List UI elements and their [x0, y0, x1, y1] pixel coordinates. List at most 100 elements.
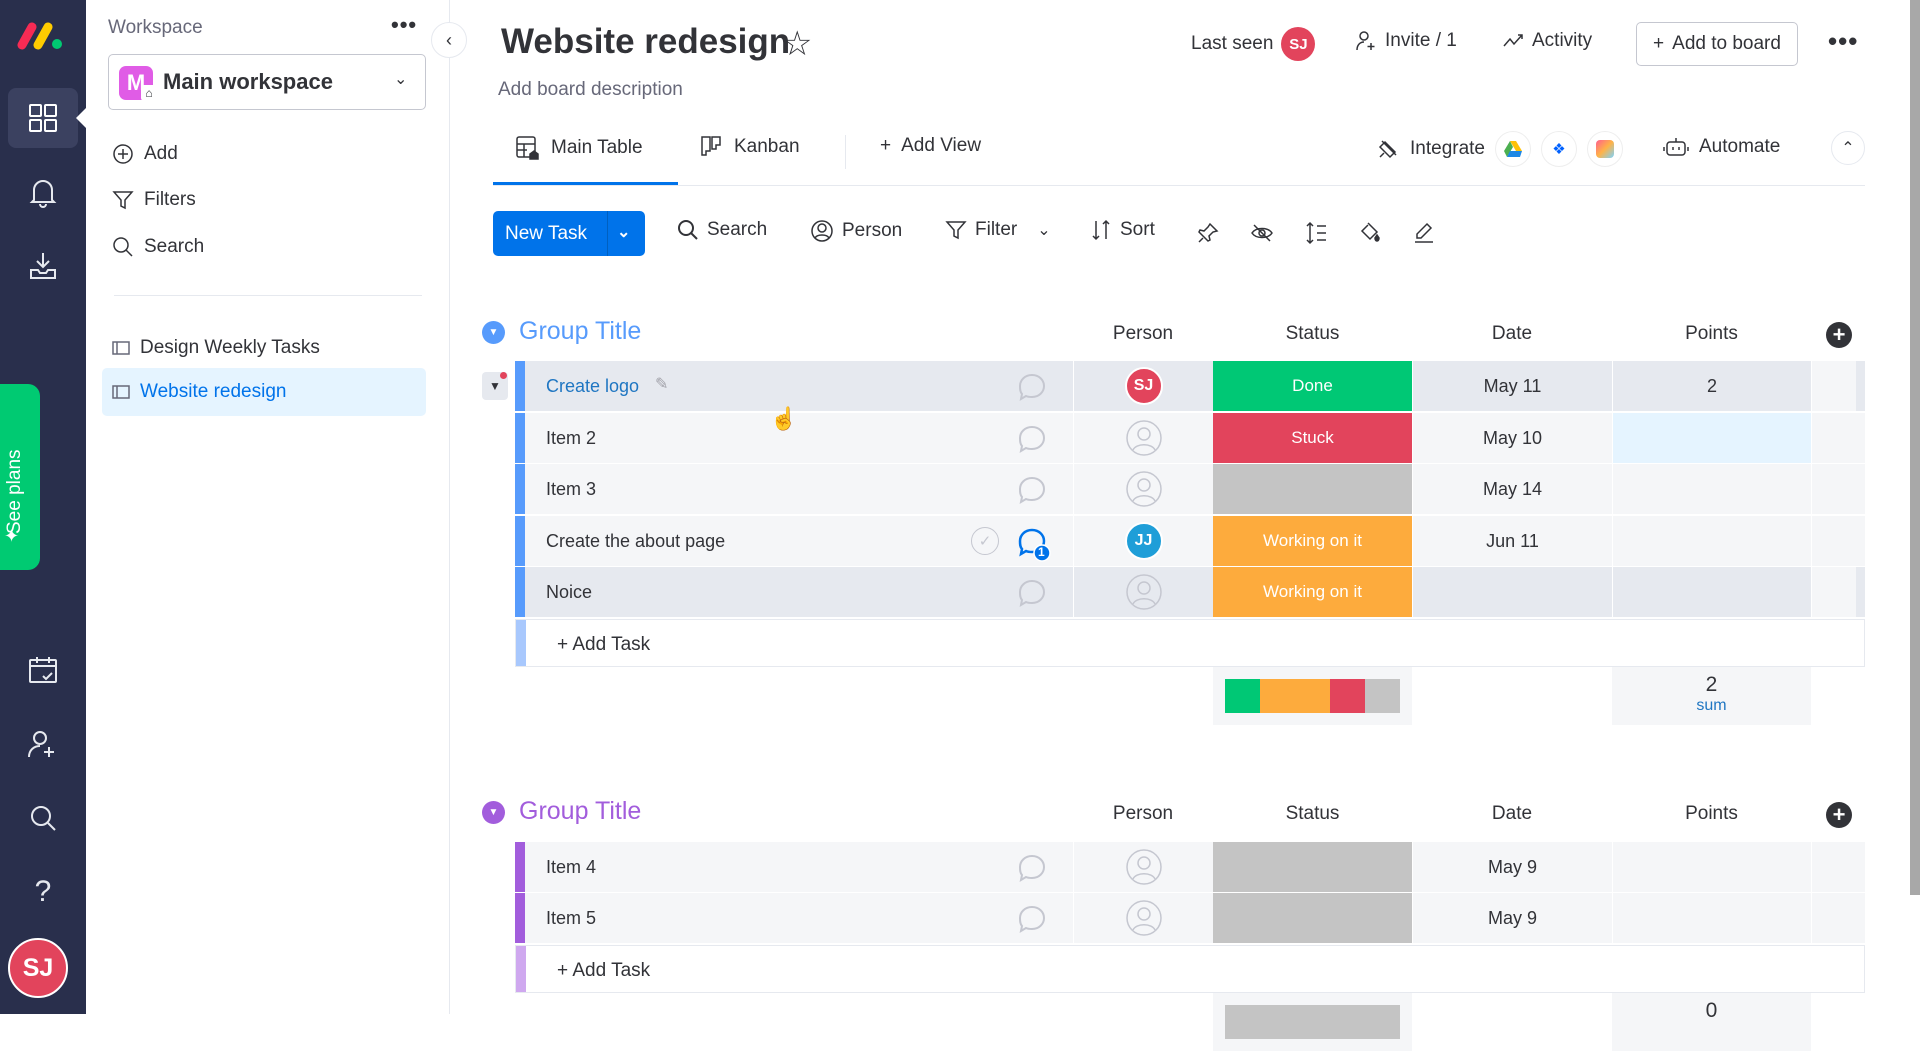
- item-name[interactable]: Create logo: [546, 376, 639, 397]
- item-name[interactable]: Noice: [546, 582, 592, 603]
- points-summary[interactable]: 0: [1612, 993, 1811, 1051]
- item-name[interactable]: Item 2: [546, 428, 596, 449]
- status-summary[interactable]: [1213, 667, 1412, 725]
- sidebar-item-website-redesign[interactable]: Website redesign: [102, 368, 426, 416]
- date-cell[interactable]: May 9: [1412, 893, 1612, 943]
- points-cell[interactable]: [1612, 842, 1811, 892]
- tab-main-table[interactable]: Main Table: [515, 135, 643, 161]
- row-height-icon[interactable]: [1302, 219, 1330, 247]
- column-header-person[interactable]: Person: [1073, 323, 1213, 345]
- person-cell[interactable]: JJ: [1073, 516, 1213, 566]
- person-cell[interactable]: SJ: [1073, 361, 1213, 411]
- column-header-status[interactable]: Status: [1213, 803, 1412, 825]
- person-cell[interactable]: [1073, 567, 1213, 617]
- column-header-points[interactable]: Points: [1612, 323, 1811, 345]
- date-cell[interactable]: Jun 11: [1412, 516, 1612, 566]
- activity-button[interactable]: Activity: [1502, 30, 1592, 52]
- chevron-down-icon[interactable]: ⌄: [1037, 220, 1050, 240]
- status-cell[interactable]: [1213, 842, 1412, 892]
- table-row[interactable]: Item 5 May 9: [515, 893, 1865, 943]
- table-row[interactable]: Create the about page ✓ 1 JJ Working on …: [515, 516, 1865, 566]
- sidebar-item-design-weekly-tasks[interactable]: Design Weekly Tasks: [102, 324, 426, 372]
- group-title[interactable]: Group Title: [519, 797, 641, 826]
- collapse-header-button[interactable]: ⌃: [1831, 131, 1865, 165]
- hide-icon[interactable]: [1248, 219, 1276, 247]
- date-cell[interactable]: May 14: [1412, 464, 1612, 514]
- board-description[interactable]: Add board description: [498, 79, 683, 101]
- add-column-icon[interactable]: +: [1826, 802, 1852, 828]
- pin-icon[interactable]: [1194, 219, 1222, 247]
- star-icon[interactable]: ☆: [782, 24, 812, 64]
- person-cell[interactable]: [1073, 413, 1213, 463]
- status-cell[interactable]: Done: [1213, 361, 1412, 411]
- person-cell[interactable]: [1073, 842, 1213, 892]
- date-cell[interactable]: May 11: [1412, 361, 1612, 411]
- comment-icon[interactable]: [1015, 422, 1049, 456]
- integrate-button[interactable]: Integrate ❖: [1376, 131, 1623, 167]
- status-summary[interactable]: [1213, 993, 1412, 1051]
- workspace-more-icon[interactable]: •••: [391, 12, 417, 38]
- points-cell[interactable]: [1612, 464, 1811, 514]
- table-row[interactable]: Item 3 May 14: [515, 464, 1865, 514]
- invite-member-icon[interactable]: [8, 714, 78, 774]
- comment-icon[interactable]: [1015, 576, 1049, 610]
- item-name[interactable]: Item 4: [546, 857, 596, 878]
- status-cell[interactable]: Working on it: [1213, 567, 1412, 617]
- item-name[interactable]: Create the about page: [546, 531, 725, 552]
- points-cell[interactable]: [1612, 413, 1811, 463]
- add-task-row[interactable]: + Add Task: [515, 945, 1865, 993]
- group-title[interactable]: Group Title: [519, 317, 641, 346]
- help-icon[interactable]: ?: [8, 862, 78, 922]
- collapse-sidebar-button[interactable]: ‹: [431, 22, 467, 58]
- last-seen[interactable]: Last seen SJ: [1191, 27, 1316, 61]
- status-cell[interactable]: Stuck: [1213, 413, 1412, 463]
- inbox-icon[interactable]: [8, 236, 78, 296]
- sidebar-add[interactable]: Add: [112, 143, 178, 165]
- person-filter-button[interactable]: Person: [810, 219, 902, 243]
- sidebar-search[interactable]: Search: [112, 236, 204, 258]
- calendar-check-icon[interactable]: [8, 640, 78, 700]
- workspace-selector[interactable]: M ⌂ Main workspace ⌄: [108, 54, 426, 110]
- status-cell[interactable]: [1213, 893, 1412, 943]
- table-row[interactable]: Item 4 May 9: [515, 842, 1865, 892]
- group-collapse-toggle[interactable]: ▼: [482, 801, 505, 824]
- automate-button[interactable]: Automate: [1663, 135, 1780, 159]
- add-to-board-button[interactable]: + Add to board: [1636, 22, 1798, 66]
- filter-button[interactable]: Filter ⌄: [945, 219, 1051, 241]
- tab-kanban[interactable]: Kanban: [700, 135, 800, 159]
- date-cell[interactable]: May 10: [1412, 413, 1612, 463]
- comment-icon[interactable]: [1015, 902, 1049, 936]
- points-cell[interactable]: [1612, 893, 1811, 943]
- checkmark-icon[interactable]: ✓: [971, 527, 999, 555]
- table-row[interactable]: Item 2 Stuck May 10: [515, 413, 1865, 463]
- color-fill-icon[interactable]: [1356, 219, 1384, 247]
- column-header-date[interactable]: Date: [1412, 803, 1612, 825]
- person-cell[interactable]: [1073, 464, 1213, 514]
- edit-pen-icon[interactable]: [1410, 219, 1438, 247]
- comment-icon[interactable]: [1015, 851, 1049, 885]
- points-cell[interactable]: 2: [1612, 361, 1811, 411]
- chevron-down-icon[interactable]: ⌄: [617, 222, 630, 242]
- points-summary[interactable]: 2 sum: [1612, 667, 1811, 725]
- sort-button[interactable]: Sort: [1090, 219, 1155, 241]
- comment-icon[interactable]: [1015, 370, 1049, 404]
- status-cell[interactable]: [1213, 464, 1412, 514]
- points-cell[interactable]: [1612, 516, 1811, 566]
- date-cell[interactable]: [1412, 567, 1612, 617]
- pencil-icon[interactable]: ✎: [655, 374, 668, 394]
- table-row[interactable]: Noice Working on it: [515, 567, 1865, 617]
- comment-active-icon[interactable]: 1: [1015, 525, 1051, 562]
- column-header-points[interactable]: Points: [1612, 803, 1811, 825]
- add-view-button[interactable]: + Add View: [880, 135, 981, 157]
- board-title[interactable]: Website redesign: [501, 22, 790, 62]
- item-name[interactable]: Item 3: [546, 479, 596, 500]
- person-cell[interactable]: [1073, 893, 1213, 943]
- bell-icon[interactable]: [8, 162, 78, 222]
- comment-icon[interactable]: [1015, 473, 1049, 507]
- table-row[interactable]: Create logo ✎ SJ Done May 11 2: [515, 361, 1865, 411]
- points-cell[interactable]: [1612, 567, 1811, 617]
- monday-logo[interactable]: [16, 20, 66, 50]
- sidebar-filters[interactable]: Filters: [112, 189, 196, 211]
- item-name[interactable]: Item 5: [546, 908, 596, 929]
- column-header-person[interactable]: Person: [1073, 803, 1213, 825]
